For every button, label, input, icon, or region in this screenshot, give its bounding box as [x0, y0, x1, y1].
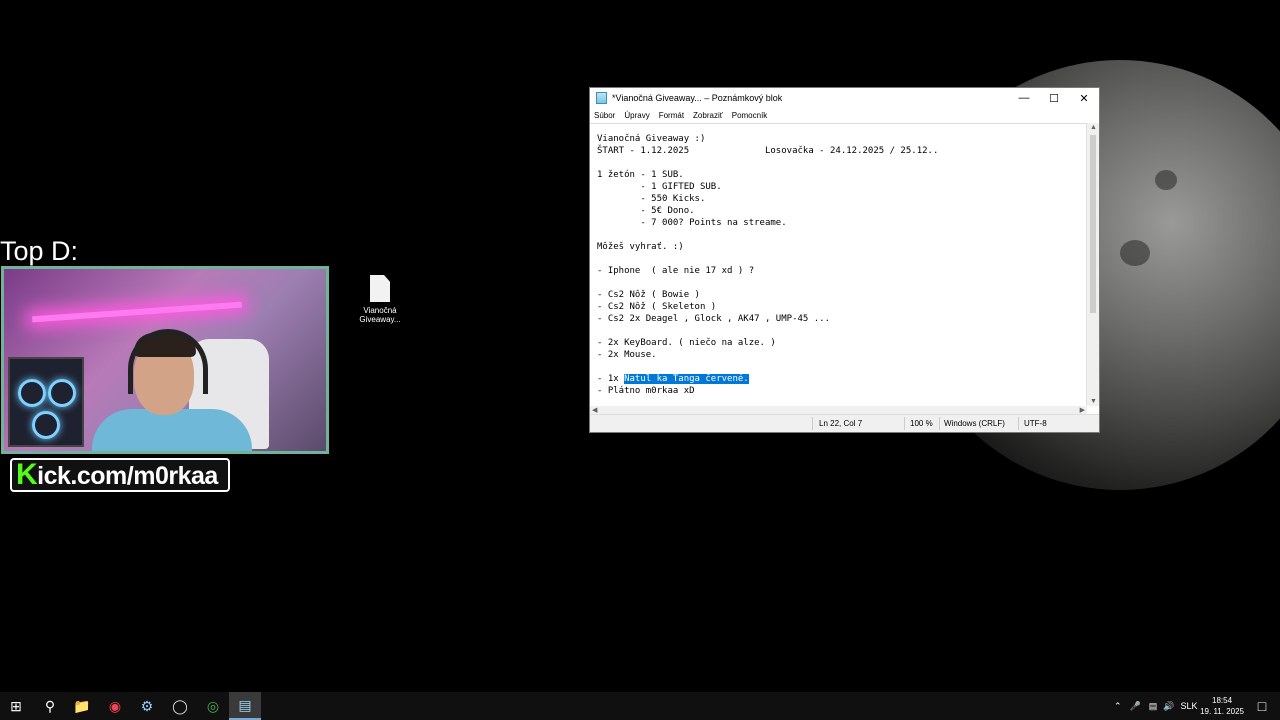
network-icon[interactable]: ▤ — [1149, 701, 1158, 712]
scroll-up-icon[interactable]: ▲ — [1090, 124, 1097, 131]
kick-logo-letter: K — [16, 458, 38, 491]
editor-line: - 5€ Dono. — [597, 206, 695, 216]
browser-icon[interactable]: ◉ — [99, 692, 131, 720]
menu-view[interactable]: Zobraziť — [693, 111, 723, 120]
scroll-right-icon[interactable]: ▶ — [1080, 406, 1085, 414]
zoom-level: 100 % — [910, 419, 933, 428]
desktop-file-icon[interactable]: Vianočná Giveaway... — [355, 275, 405, 324]
editor-line: - 550 Kicks. — [597, 194, 706, 204]
editor-content[interactable]: Vianočná Giveaway :) ŠTART - 1.12.2025 Lo… — [590, 124, 1087, 397]
microphone-icon[interactable]: 🎤 — [1130, 701, 1141, 712]
chrome-icon[interactable]: ◎ — [197, 692, 229, 720]
editor-line: - 7 000? Points na streame. — [597, 218, 787, 228]
notepad-window[interactable]: *Vianočná Giveaway... – Poznámkový blok … — [589, 87, 1100, 433]
editor-line: - Cs2 Nôž ( Skeleton ) — [597, 302, 717, 312]
notepad-icon[interactable]: ▤ — [229, 692, 261, 720]
encoding: UTF-8 — [1024, 419, 1047, 428]
text-editor[interactable]: Vianočná Giveaway :) ŠTART - 1.12.2025 Lo… — [590, 123, 1087, 407]
selected-text: Natul ka Tanga červené. — [624, 374, 749, 384]
editor-line: Môžeš vyhrať. :) — [597, 242, 684, 252]
file-explorer-icon[interactable]: 📁 — [66, 692, 98, 720]
scroll-down-icon[interactable]: ▼ — [1090, 398, 1097, 405]
show-hidden-icons-icon[interactable]: ⌃ — [1114, 701, 1122, 712]
editor-line: - 1x Natul ka Tanga červené. — [597, 374, 749, 384]
editor-line: - Cs2 Nôž ( Bowie ) — [597, 290, 700, 300]
menu-help[interactable]: Pomocník — [732, 111, 768, 120]
kick-channel-banner: Kick.com/m0rkaa — [10, 458, 230, 492]
window-title: *Vianočná Giveaway... – Poznámkový blok — [612, 93, 783, 103]
vertical-scrollbar[interactable]: ▲ ▼ — [1086, 123, 1099, 406]
scroll-left-icon[interactable]: ◀ — [592, 406, 597, 414]
streamer-body — [92, 409, 252, 451]
editor-line: - 1 GIFTED SUB. — [597, 182, 722, 192]
notifications-icon[interactable]: □ — [1246, 692, 1278, 720]
cursor-position: Ln 22, Col 7 — [819, 419, 863, 428]
start-icon[interactable]: ⊞ — [0, 692, 32, 720]
editor-line: ŠTART - 1.12.2025 Losovačka - 24.12.2025… — [597, 146, 939, 156]
menu-bar: Súbor Úpravy Formát Zobraziť Pomocník — [590, 108, 1099, 122]
menu-edit[interactable]: Úpravy — [624, 111, 649, 120]
led-strip — [32, 301, 242, 323]
status-bar: Ln 22, Col 7 100 % Windows (CRLF) UTF-8 — [590, 414, 1099, 432]
editor-line: - Plátno m0rkaa xD — [597, 386, 695, 396]
obs-icon[interactable]: ◯ — [164, 692, 196, 720]
editor-line: - Cs2 2x Deagel , Glock , AK47 , UMP-45 … — [597, 314, 830, 324]
title-bar[interactable]: *Vianočná Giveaway... – Poznámkový blok … — [590, 88, 1099, 108]
top-donors-title: Top D: — [0, 236, 79, 266]
desktop-file-label-2: Giveaway... — [359, 315, 401, 324]
webcam-feed — [1, 266, 329, 454]
pc-case — [8, 357, 84, 447]
close-button[interactable]: ✕ — [1069, 88, 1099, 108]
editor-line: - Iphone ( ale nie 17 xd ) ? — [597, 266, 755, 276]
volume-icon[interactable]: 🔊 — [1163, 701, 1174, 712]
clock[interactable]: 18:54 19. 11. 2025 — [1200, 695, 1244, 717]
headset — [128, 329, 208, 394]
menu-format[interactable]: Formát — [659, 111, 684, 120]
desktop-file-label-1: Vianočná — [363, 306, 397, 315]
language-indicator[interactable]: SLK — [1181, 701, 1198, 711]
editor-line: - 2x KeyBoard. ( niečo na alze. ) — [597, 338, 776, 348]
kick-url: ick.com/m0rkaa — [37, 462, 218, 490]
system-tray: ⌃ 🎤 ▤ 🔊 SLK — [1114, 692, 1198, 720]
scrollbar-thumb[interactable] — [1090, 135, 1096, 313]
text-file-icon — [370, 275, 390, 302]
clock-date: 19. 11. 2025 — [1200, 707, 1244, 716]
editor-line: - 2x Mouse. — [597, 350, 657, 360]
search-icon[interactable]: ⚲ — [34, 692, 66, 720]
editor-line: 1 žetón - 1 SUB. — [597, 170, 684, 180]
horizontal-scrollbar[interactable]: ◀ ▶ — [590, 406, 1087, 414]
maximize-button[interactable]: ☐ — [1039, 88, 1069, 108]
steam-icon[interactable]: ⚙ — [131, 692, 163, 720]
menu-file[interactable]: Súbor — [594, 111, 615, 120]
taskbar: ⊞ ⚲ 📁 ◉ ⚙ ◯ ◎ ▤ ⌃ 🎤 ▤ 🔊 SLK 18:54 19. 11… — [0, 692, 1280, 720]
minimize-button[interactable]: — — [1009, 88, 1039, 108]
clock-time: 18:54 — [1212, 696, 1233, 705]
editor-line: Vianočná Giveaway :) — [597, 134, 706, 144]
notepad-app-icon[interactable] — [596, 92, 607, 104]
line-ending: Windows (CRLF) — [944, 419, 1005, 428]
